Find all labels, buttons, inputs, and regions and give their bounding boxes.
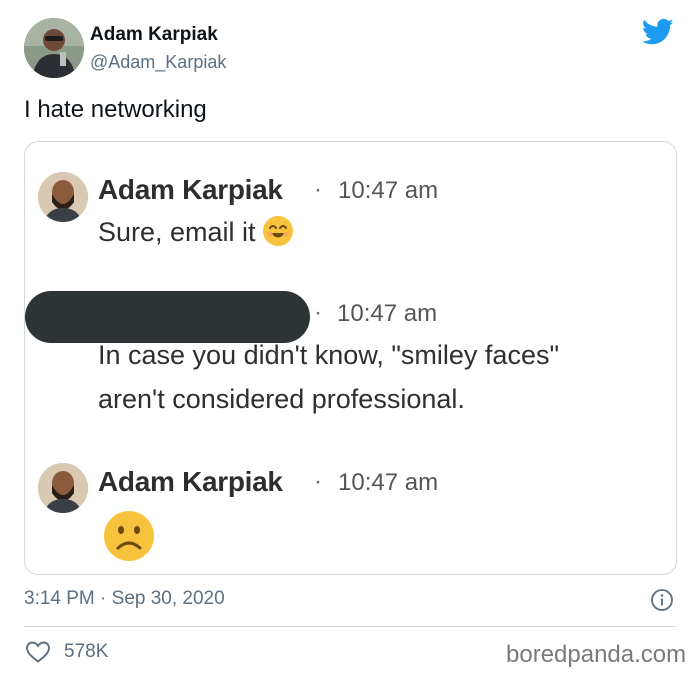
like-count[interactable]: 578K bbox=[64, 641, 108, 663]
separator-dot: · bbox=[314, 176, 322, 203]
tweet-text: I hate networking bbox=[24, 96, 207, 123]
divider bbox=[24, 626, 676, 627]
separator-dot: · bbox=[314, 468, 322, 495]
sender-avatar bbox=[38, 172, 88, 222]
separator-dot: · bbox=[314, 299, 322, 326]
tweet-header: Adam Karpiak @Adam_Karpiak bbox=[24, 16, 684, 80]
twitter-bird-icon[interactable] bbox=[642, 18, 674, 46]
info-icon[interactable] bbox=[650, 588, 674, 612]
author-handle[interactable]: @Adam_Karpiak bbox=[90, 52, 226, 73]
message-time: 10:47 am bbox=[338, 469, 439, 496]
embedded-screenshot[interactable]: Adam Karpiak · 10:47 am Sure, email it ·… bbox=[24, 141, 677, 575]
sender-avatar bbox=[38, 463, 88, 513]
tweet-timestamp[interactable]: 3:14 PM · Sep 30, 2020 bbox=[24, 588, 225, 610]
sender-name: Adam Karpiak bbox=[98, 466, 283, 497]
message-text: Sure, email it bbox=[98, 217, 256, 247]
message-line: aren't considered professional. bbox=[98, 384, 465, 414]
message-body: Sure, email it bbox=[98, 210, 294, 254]
message-line: In case you didn't know, "smiley faces" bbox=[98, 340, 560, 370]
message-body: In case you didn't know, "smiley faces" … bbox=[98, 333, 559, 421]
frowning-face-icon bbox=[104, 511, 154, 561]
message-time: 10:47 am bbox=[337, 300, 438, 327]
avatar[interactable] bbox=[24, 18, 84, 78]
sender-name: Adam Karpiak bbox=[98, 174, 283, 205]
smiling-face-icon bbox=[262, 216, 293, 246]
heart-icon[interactable] bbox=[25, 640, 51, 664]
message-time: 10:47 am bbox=[338, 177, 439, 204]
watermark: boredpanda.com bbox=[506, 641, 687, 668]
author-name[interactable]: Adam Karpiak bbox=[90, 24, 218, 46]
